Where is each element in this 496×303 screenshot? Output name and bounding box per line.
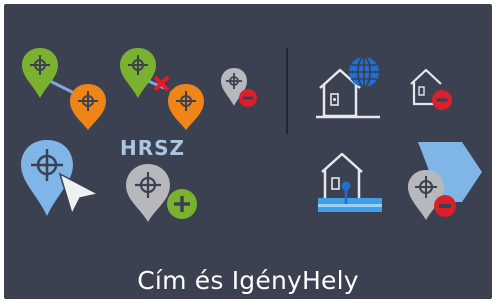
disconnect-points-icon	[120, 48, 204, 130]
house-globe-icon	[316, 56, 380, 119]
panel-separator	[286, 48, 288, 134]
delete-house-icon	[410, 68, 452, 110]
connect-points-button[interactable]	[18, 46, 110, 130]
delete-house-button[interactable]	[408, 62, 456, 114]
delete-point-button[interactable]	[218, 66, 260, 110]
select-point-button[interactable]	[18, 138, 108, 220]
delete-parcel-point-button[interactable]	[402, 138, 486, 222]
house-globe-button[interactable]	[316, 54, 386, 122]
delete-point-icon	[221, 68, 257, 107]
connect-points-icon	[22, 48, 106, 130]
house-parcel-button[interactable]	[316, 148, 388, 218]
delete-parcel-point-icon	[408, 142, 482, 220]
ribbon-panel: HRSZ Cím és IgényHely	[4, 4, 492, 299]
house-parcel-icon	[318, 152, 382, 212]
hrsz-add-point-button[interactable]: HRSZ	[120, 136, 206, 226]
select-point-icon	[21, 140, 101, 217]
disconnect-points-button[interactable]	[116, 46, 208, 130]
panel-title: Cím és IgényHely	[137, 266, 359, 295]
add-point-icon	[126, 164, 197, 222]
